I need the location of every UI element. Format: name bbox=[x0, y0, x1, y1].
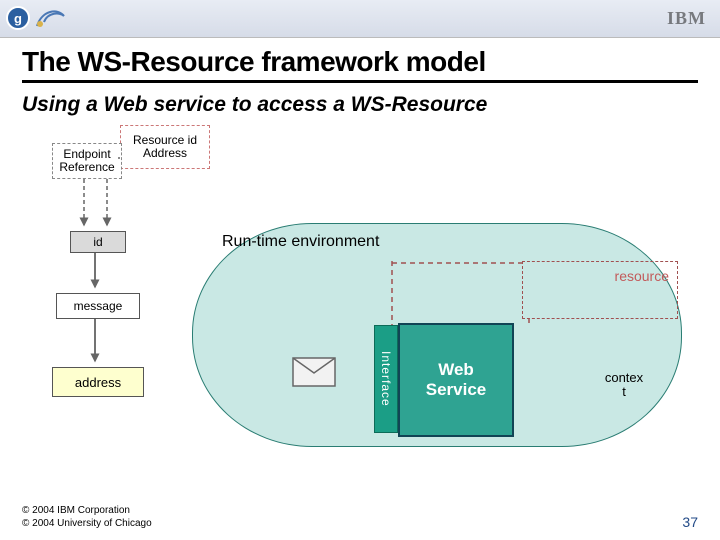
dashed-connector-vert bbox=[390, 261, 394, 325]
address-label: Address bbox=[143, 147, 187, 160]
ibm-logo: IBM bbox=[667, 8, 706, 29]
context-l2: t bbox=[594, 385, 654, 399]
globus-logo: g bbox=[6, 4, 68, 32]
slide-content: The WS-Resource framework model Using a … bbox=[0, 38, 720, 493]
web-service-box: Web Service bbox=[398, 323, 514, 437]
page-number: 37 bbox=[682, 514, 698, 530]
envelope-icon bbox=[292, 357, 336, 392]
arrow-dashed-2 bbox=[100, 179, 114, 231]
diagram-stage: Resource id Address Endpoint Reference i… bbox=[22, 123, 692, 493]
resource-dashed-frame: resource bbox=[522, 261, 678, 319]
web-service-line2: Service bbox=[426, 380, 487, 400]
context-l1: contex bbox=[594, 371, 654, 385]
slide-subtitle: Using a Web service to access a WS-Resou… bbox=[22, 93, 698, 117]
swirl-icon bbox=[34, 4, 68, 32]
copyright-uchicago: © 2004 University of Chicago bbox=[22, 518, 152, 531]
arrow-resource-down bbox=[522, 319, 536, 337]
id-box: id bbox=[70, 231, 126, 253]
arrow-id-to-message bbox=[88, 253, 102, 293]
letter-g-icon: g bbox=[6, 6, 30, 30]
copyright-ibm: © 2004 IBM Corporation bbox=[22, 505, 152, 518]
interface-label: Interface bbox=[379, 351, 393, 407]
endpoint-reference-box: Endpoint Reference bbox=[52, 143, 122, 179]
slide-footer: © 2004 IBM Corporation © 2004 University… bbox=[0, 505, 720, 530]
context-label: contex t bbox=[594, 371, 654, 398]
dashed-connector-top bbox=[392, 261, 526, 265]
resource-label: resource bbox=[615, 268, 669, 284]
arrow-message-to-address bbox=[88, 319, 102, 367]
arrow-dashed-to-box bbox=[118, 151, 132, 165]
interface-bar: Interface bbox=[374, 325, 398, 433]
resource-id-address-box: Resource id Address bbox=[120, 125, 210, 169]
slide-title: The WS-Resource framework model bbox=[22, 46, 698, 83]
title-bar: g IBM bbox=[0, 0, 720, 38]
address-box: address bbox=[52, 367, 144, 397]
arrow-dashed-1 bbox=[77, 179, 91, 231]
runtime-label: Run-time environment bbox=[222, 233, 379, 251]
web-service-line1: Web bbox=[438, 360, 474, 380]
copyright-block: © 2004 IBM Corporation © 2004 University… bbox=[22, 505, 152, 530]
message-box: message bbox=[56, 293, 140, 319]
